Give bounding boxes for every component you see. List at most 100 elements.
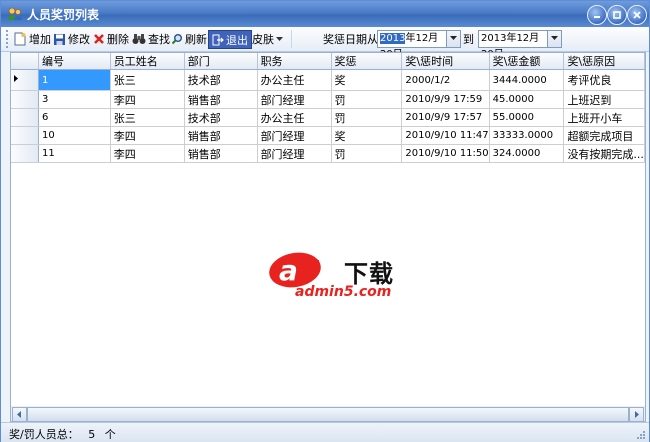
table-row[interactable]: 10 李四 销售部 部门经理 奖 2010/9/10 11:47 33333.0…	[11, 126, 645, 145]
column-header[interactable]: 编号	[38, 53, 111, 70]
close-button[interactable]	[627, 5, 647, 25]
edit-button[interactable]: 修改	[53, 31, 90, 47]
scroll-left-button[interactable]	[12, 407, 27, 422]
refresh-label: 刷新	[185, 33, 207, 46]
grid-cell[interactable]: 3	[38, 90, 111, 109]
date-from-dropdown-button[interactable]	[446, 30, 461, 48]
table-row[interactable]: 1 张三 技术部 办公主任 奖 2000/1/2 3444.0000 考评优良	[11, 69, 645, 91]
status-text: 奖/罚人员总： 5 个	[9, 426, 116, 442]
chevron-left-icon	[17, 411, 21, 418]
grid-cell[interactable]: 销售部	[184, 90, 258, 109]
grid-cell[interactable]: 技术部	[184, 108, 258, 127]
status-label: 奖/罚人员总：	[9, 428, 79, 441]
grid-cell[interactable]: 部门经理	[257, 90, 332, 109]
column-header[interactable]: 职务	[257, 53, 332, 70]
scroll-right-button[interactable]	[629, 407, 644, 422]
magnifier-icon	[171, 34, 182, 45]
grid-cell[interactable]: 罚	[331, 144, 403, 163]
column-header[interactable]: 奖\惩金额	[489, 53, 565, 70]
refresh-button[interactable]: 刷新	[171, 31, 207, 47]
table-row[interactable]: 3 李四 销售部 部门经理 罚 2010/9/9 17:59 45.0000 上…	[11, 90, 645, 109]
exit-label: 退出	[226, 33, 248, 47]
minimize-button[interactable]	[587, 5, 607, 25]
grid-cell[interactable]: 技术部	[184, 69, 258, 91]
data-grid[interactable]: 编号 员工姓名 部门 职务 奖惩 奖\惩时间 奖\惩金额 奖\惩原因 1 张三	[10, 52, 646, 407]
svg-text:a: a	[279, 254, 298, 287]
toolbar-grip[interactable]	[6, 30, 8, 48]
grid-cell[interactable]: 罚	[331, 90, 403, 109]
delete-label: 删除	[107, 33, 129, 46]
grid-cell[interactable]: 办公主任	[257, 108, 332, 127]
grid-cell[interactable]: 2010/9/10 11:50	[401, 144, 490, 163]
grid-cell[interactable]: 考评优良	[563, 69, 645, 91]
grid-cell[interactable]: 上班迟到	[563, 90, 645, 109]
row-indicator[interactable]	[11, 144, 39, 163]
date-from-year: 2013	[380, 33, 406, 44]
grid-cell[interactable]: 45.0000	[489, 90, 565, 109]
grid-cell[interactable]: 部门经理	[257, 126, 332, 145]
grid-cell[interactable]: 部门经理	[257, 144, 332, 163]
date-from-picker[interactable]: 2013年12月20日	[377, 30, 448, 60]
resize-grip-icon[interactable]	[636, 430, 646, 440]
grid-cell[interactable]: 罚	[331, 108, 403, 127]
grid-cell[interactable]: 10	[38, 126, 111, 145]
grid-header-row: 编号 员工姓名 部门 职务 奖惩 奖\惩时间 奖\惩金额 奖\惩原因	[11, 53, 645, 70]
status-count: 5	[88, 428, 96, 441]
delete-icon	[94, 34, 104, 44]
exit-button[interactable]: 退出	[208, 30, 252, 49]
chevron-right-icon	[635, 411, 639, 418]
column-header[interactable]: 部门	[184, 53, 258, 70]
row-indicator[interactable]	[11, 90, 39, 109]
grid-cell[interactable]: 324.0000	[489, 144, 565, 163]
grid-cell[interactable]: 2000/1/2	[401, 69, 490, 91]
delete-button[interactable]: 删除	[93, 31, 129, 47]
grid-cell[interactable]: 办公主任	[257, 69, 332, 91]
grid-cell[interactable]: 1	[38, 69, 111, 91]
grid-cell[interactable]: 销售部	[184, 144, 258, 163]
grid-cell[interactable]: 奖	[331, 126, 403, 145]
row-indicator[interactable]	[11, 126, 39, 145]
table-row[interactable]: 11 李四 销售部 部门经理 罚 2010/9/10 11:50 324.000…	[11, 144, 645, 163]
toolbar: 增加 修改 删除 查找 刷新 退出 皮肤 奖惩日期从 2013年12月20	[1, 27, 649, 60]
column-header[interactable]: 奖\惩时间	[401, 53, 490, 70]
date-to-picker[interactable]: 2013年12月20日	[478, 30, 550, 60]
skin-dropdown[interactable]: 皮肤	[252, 31, 283, 47]
grid-cell[interactable]: 11	[38, 144, 111, 163]
grid-cell[interactable]: 2010/9/9 17:59	[401, 90, 490, 109]
row-indicator[interactable]	[11, 108, 39, 127]
grid-cell[interactable]: 销售部	[184, 126, 258, 145]
grid-cell[interactable]: 2010/9/10 11:47	[401, 126, 490, 145]
grid-cell[interactable]: 奖	[331, 69, 403, 91]
grid-cell[interactable]: 3444.0000	[489, 69, 565, 91]
current-row-arrow-icon	[14, 75, 18, 82]
column-header[interactable]: 员工姓名	[110, 53, 185, 70]
grid-cell[interactable]: 55.0000	[489, 108, 565, 127]
grid-cell[interactable]: 李四	[110, 144, 185, 163]
grid-cell[interactable]: 没有按期完成...	[563, 144, 645, 163]
scroll-thumb[interactable]	[27, 407, 629, 422]
row-indicator[interactable]	[11, 69, 39, 91]
column-header[interactable]: 奖惩	[331, 53, 403, 70]
grid-cell[interactable]: 超额完成项目	[563, 126, 645, 145]
date-from-label: 奖惩日期从	[323, 33, 378, 46]
grid-cell[interactable]: 2010/9/9 17:57	[401, 108, 490, 127]
grid-cell[interactable]: 33333.0000	[489, 126, 565, 145]
column-header[interactable]: 奖\惩原因	[563, 53, 645, 70]
maximize-button[interactable]	[607, 5, 627, 25]
table-row[interactable]: 6 张三 技术部 办公主任 罚 2010/9/9 17:57 55.0000 上…	[11, 108, 645, 127]
date-to-dropdown-button[interactable]	[547, 30, 562, 48]
grid-cell[interactable]: 张三	[110, 69, 185, 91]
add-button[interactable]: 增加	[13, 31, 51, 47]
grid-cell[interactable]: 上班开小车	[563, 108, 645, 127]
maximize-icon	[613, 11, 621, 19]
status-bar: 奖/罚人员总： 5 个	[1, 422, 649, 442]
grid-cell[interactable]: 李四	[110, 90, 185, 109]
title-bar[interactable]: 人员奖罚列表	[1, 1, 649, 27]
minimize-icon	[594, 16, 600, 18]
search-button[interactable]: 查找	[132, 31, 170, 47]
grid-cell[interactable]: 张三	[110, 108, 185, 127]
grid-cell[interactable]: 6	[38, 108, 111, 127]
horizontal-scrollbar[interactable]	[10, 406, 646, 422]
grid-cell[interactable]: 李四	[110, 126, 185, 145]
edit-label: 修改	[68, 33, 90, 46]
